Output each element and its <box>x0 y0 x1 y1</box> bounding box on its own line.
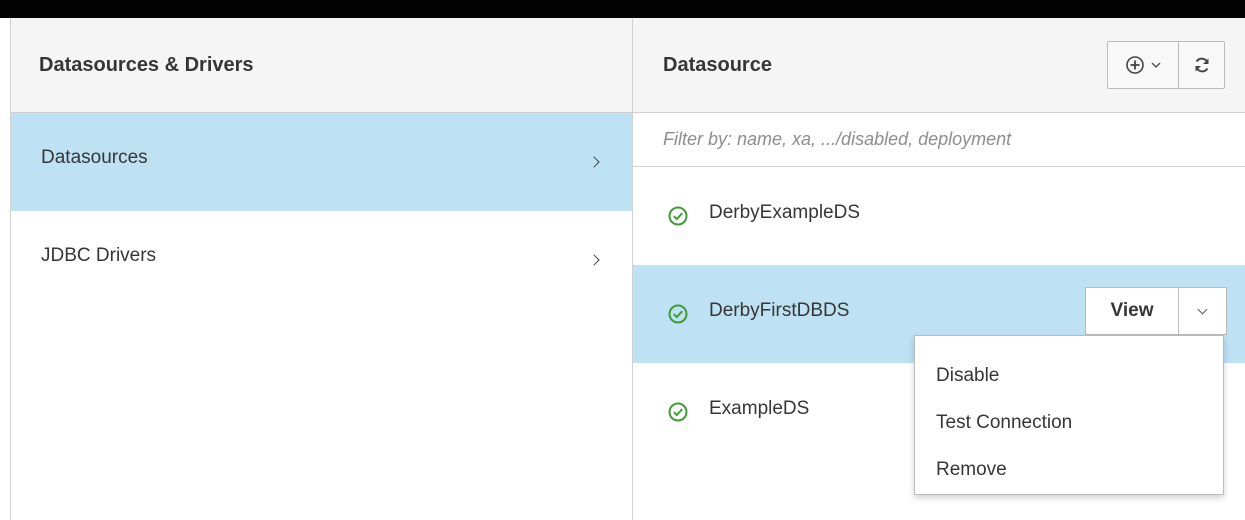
chevron-right-icon <box>588 156 600 168</box>
item-actions-dropdown-toggle[interactable] <box>1179 287 1227 335</box>
item-actions: View <box>1085 287 1227 335</box>
nav-item-datasources[interactable]: Datasources <box>11 113 632 211</box>
refresh-button[interactable] <box>1179 41 1225 89</box>
right-column-header: Datasource <box>633 18 1245 113</box>
nav-item-jdbc-drivers[interactable]: JDBC Drivers <box>11 211 632 309</box>
item-actions-menu: Disable Test Connection Remove <box>914 335 1224 495</box>
view-button[interactable]: View <box>1085 287 1179 335</box>
top-bar <box>0 0 1245 18</box>
add-dropdown-button[interactable] <box>1107 41 1179 89</box>
check-circle-icon <box>667 303 689 325</box>
column-toolbar <box>1107 41 1225 89</box>
filter-input[interactable] <box>663 129 1203 150</box>
datasource-name: DerbyExampleDS <box>709 202 860 223</box>
nav-item-label: JDBC Drivers <box>41 245 157 266</box>
menu-item-test-connection[interactable]: Test Connection <box>915 399 1223 446</box>
nav-item-label: Datasources <box>41 147 148 168</box>
datasources-drivers-column: Datasources & Drivers Datasources JDBC D… <box>10 18 632 520</box>
menu-item-disable[interactable]: Disable <box>915 352 1223 399</box>
check-circle-icon <box>667 401 689 423</box>
left-column-header: Datasources & Drivers <box>11 18 632 113</box>
refresh-icon <box>1195 57 1208 73</box>
chevron-down-icon <box>1197 304 1208 314</box>
left-column-title: Datasources & Drivers <box>39 53 254 76</box>
check-circle-icon <box>667 205 689 227</box>
add-circle-icon <box>1126 56 1144 74</box>
menu-item-remove[interactable]: Remove <box>915 446 1223 493</box>
chevron-right-icon <box>588 254 600 266</box>
right-column-title: Datasource <box>663 53 772 76</box>
chevron-down-icon <box>1151 62 1161 68</box>
datasource-name: DerbyFirstDBDS <box>709 300 850 321</box>
filter-bar <box>633 113 1245 167</box>
datasource-name: ExampleDS <box>709 398 810 419</box>
list-item-derbyexampleds[interactable]: DerbyExampleDS <box>633 167 1245 265</box>
